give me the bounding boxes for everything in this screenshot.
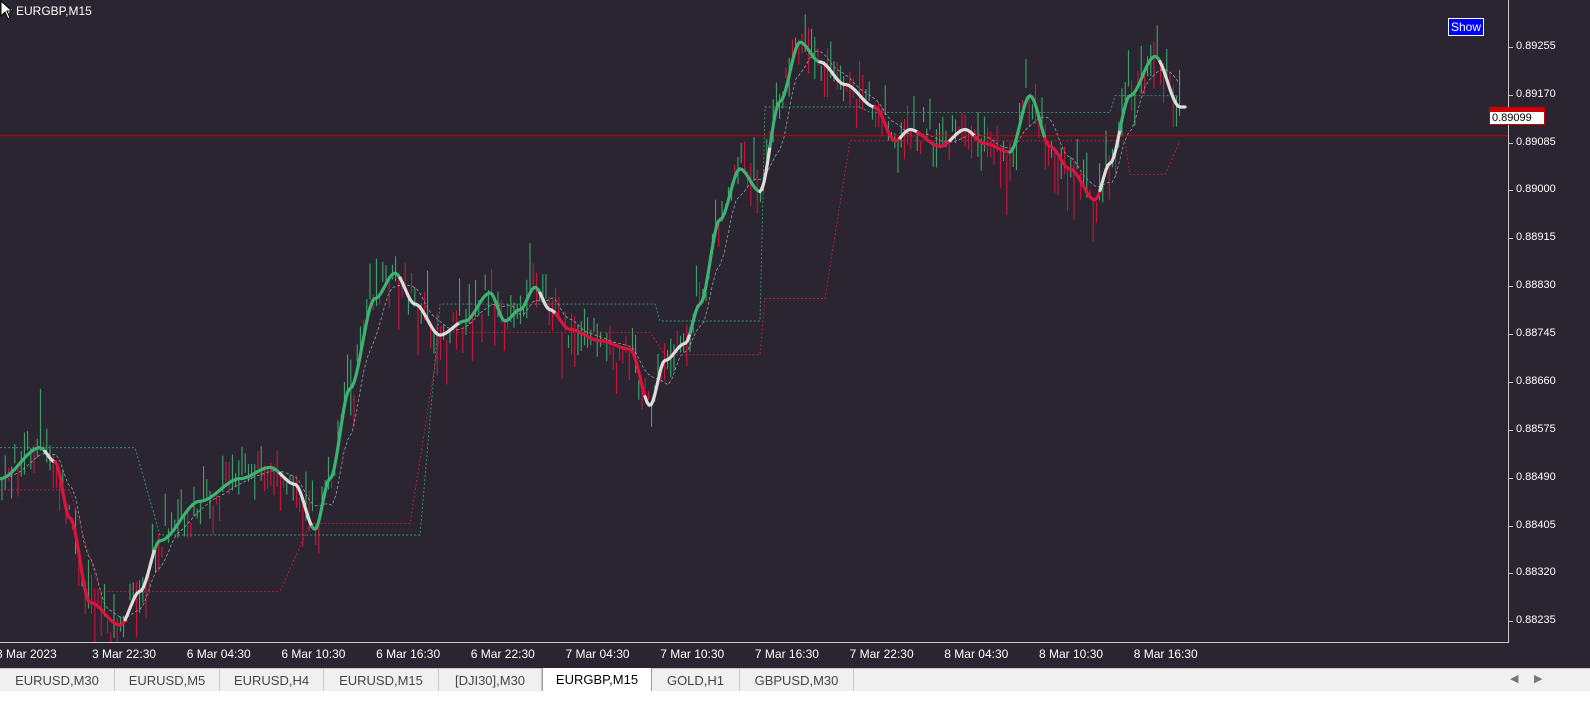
- chart-svg: [0, 14, 1508, 642]
- ma-segment-neutral: [538, 291, 558, 316]
- candles-layer: [1, 14, 1181, 642]
- price-tick-label: 0.89170: [1509, 87, 1556, 100]
- upper-channel-line: [0, 95, 1180, 536]
- current-price-label: 0.89099: [1489, 107, 1545, 125]
- price-tick-label: 0.89255: [1509, 39, 1556, 52]
- tab-gbpusd-m30[interactable]: GBPUSD,M30: [740, 669, 854, 691]
- ma-segment-neutral: [398, 276, 462, 337]
- ma-segment-neutral: [643, 331, 692, 407]
- ma-segment-up: [1008, 94, 1047, 154]
- ma-segment-up: [458, 285, 542, 325]
- chart-plot[interactable]: EURGBP,M15 Show: [0, 0, 1509, 643]
- tab-scroll-right-icon[interactable]: ▶: [1534, 672, 1542, 685]
- price-tick-label: 0.88490: [1509, 470, 1556, 483]
- price-tick-label: 0.88320: [1509, 566, 1556, 579]
- tab-eurgbp-m15[interactable]: EURGBP,M15: [542, 668, 652, 692]
- ma-segment-neutral: [758, 144, 772, 194]
- tab-eurusd-m5[interactable]: EURUSD,M5: [115, 669, 220, 691]
- ma-segment-down: [554, 312, 647, 399]
- mouse-pointer-icon: [0, 0, 14, 20]
- ma-segment-down: [1043, 136, 1102, 202]
- tab-scroll-left-icon[interactable]: ◀: [1510, 672, 1518, 685]
- price-tick-label: 0.88405: [1509, 518, 1556, 531]
- ma-segment-up: [768, 40, 822, 148]
- chart-area[interactable]: EURGBP,M15 Show 0.89255 0.89170 0.89085 0.8…: [0, 0, 1590, 668]
- time-tick-label: 3 Mar 2023: [0, 647, 57, 661]
- symbol-title[interactable]: EURGBP,M15: [4, 4, 92, 18]
- tab-eurusd-h4[interactable]: EURUSD,H4: [220, 669, 324, 691]
- time-tick-label: 3 Mar 22:30: [92, 647, 157, 661]
- tab-gold-h1[interactable]: GOLD,H1: [652, 669, 740, 691]
- ma-segment-up: [688, 167, 762, 335]
- ma-segment-up: [0, 446, 47, 481]
- time-tick-label: 6 Mar 22:30: [470, 647, 535, 661]
- price-tick-label: 0.88745: [1509, 327, 1556, 340]
- price-tick-label: 0.88915: [1509, 231, 1556, 244]
- price-tick-label: 0.89085: [1509, 135, 1556, 148]
- tab-eurusd-m30[interactable]: EURUSD,M30: [0, 669, 115, 691]
- tab-dji30-m30[interactable]: [DJI30],M30: [439, 669, 542, 691]
- current-price-value: 0.89099: [1492, 112, 1532, 124]
- chart-tab-bar: ◀ ▶ EURUSD,M30 EURUSD,M5 EURUSD,H4 EURUSD,M…: [0, 668, 1590, 692]
- ma-segment-down: [973, 135, 1012, 154]
- price-tick-label: 0.89000: [1509, 183, 1556, 196]
- ma-segment-neutral: [818, 60, 877, 109]
- ma-segment-down: [916, 130, 952, 148]
- time-tick-label: 6 Mar 16:30: [376, 647, 441, 661]
- time-tick-label: 7 Mar 10:30: [660, 647, 725, 661]
- time-tick-label: 6 Mar 10:30: [281, 647, 346, 661]
- time-tick-label: 7 Mar 22:30: [849, 647, 914, 661]
- time-axis: 3 Mar 2023 3 Mar 22:30 6 Mar 04:30 6 Mar 10…: [0, 644, 1509, 668]
- price-tick-label: 0.88830: [1509, 279, 1556, 292]
- tab-eurusd-m15[interactable]: EURUSD,M15: [324, 669, 439, 691]
- price-tick-label: 0.88660: [1509, 374, 1556, 387]
- time-tick-label: 8 Mar 10:30: [1039, 647, 1104, 661]
- price-tick-label: 0.88575: [1509, 422, 1556, 435]
- time-tick-label: 7 Mar 16:30: [754, 647, 819, 661]
- price-marker-cap: [1489, 107, 1545, 111]
- bottom-strip: [0, 691, 1590, 701]
- price-axis: 0.89255 0.89170 0.89085 0.89000 0.88915 0.888…: [1509, 0, 1590, 643]
- ma-segment-neutral: [1098, 127, 1122, 192]
- time-tick-label: 7 Mar 04:30: [565, 647, 630, 661]
- ma-segment-up: [310, 271, 402, 531]
- price-tick-label: 0.88235: [1509, 614, 1556, 627]
- time-tick-label: 8 Mar 16:30: [1133, 647, 1198, 661]
- time-tick-label: 6 Mar 04:30: [186, 647, 251, 661]
- show-button[interactable]: Show: [1448, 18, 1484, 36]
- time-tick-label: 8 Mar 04:30: [944, 647, 1009, 661]
- symbol-title-label: EURGBP,M15: [16, 4, 92, 18]
